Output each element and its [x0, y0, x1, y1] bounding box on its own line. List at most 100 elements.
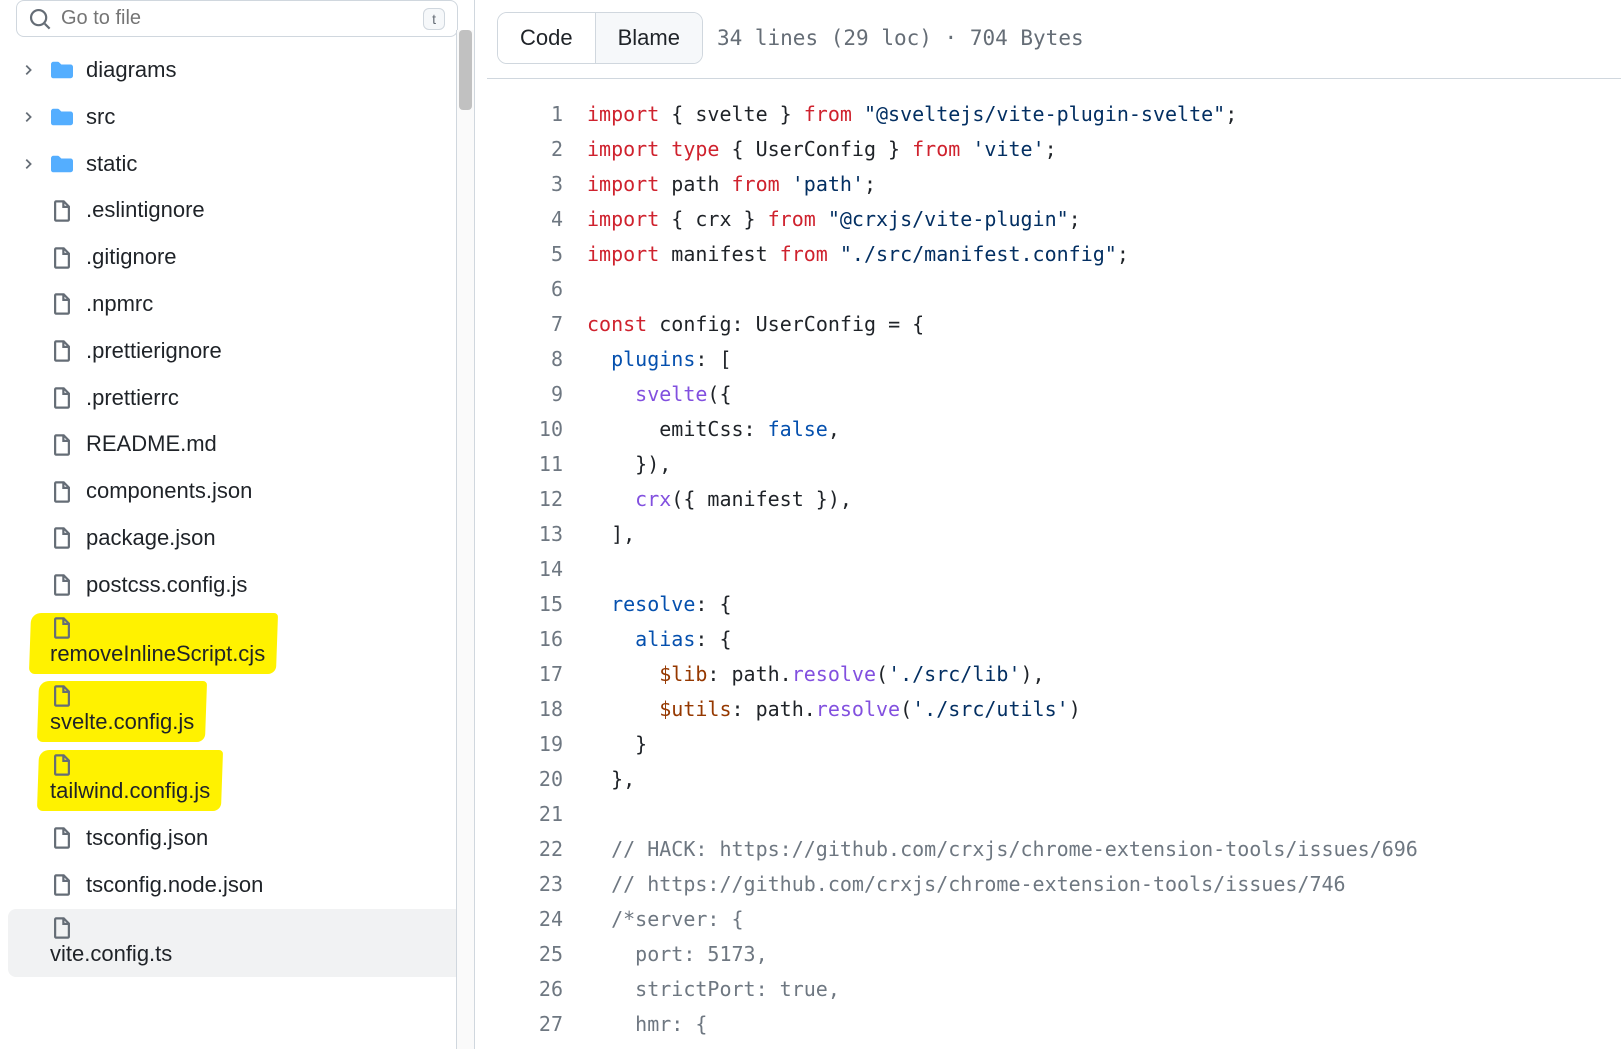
line-number[interactable]: 9: [487, 377, 563, 412]
file-search-input[interactable]: [61, 7, 413, 30]
tree-item-tsconfig-json[interactable]: tsconfig.json: [8, 815, 466, 862]
tree-item-package-json[interactable]: package.json: [8, 515, 466, 562]
file-icon: [50, 617, 74, 639]
line-number[interactable]: 27: [487, 1007, 563, 1042]
line-number[interactable]: 21: [487, 797, 563, 832]
line-number[interactable]: 18: [487, 692, 563, 727]
tab-blame[interactable]: Blame: [595, 13, 702, 63]
line-number[interactable]: 14: [487, 552, 563, 587]
line-number[interactable]: 25: [487, 937, 563, 972]
code-line: }: [587, 727, 1621, 762]
tree-item--prettierrc[interactable]: .prettierrc: [8, 375, 466, 422]
code-line: [587, 552, 1621, 587]
line-number[interactable]: 4: [487, 202, 563, 237]
code-line: import type { UserConfig } from 'vite';: [587, 132, 1621, 167]
line-number[interactable]: 22: [487, 832, 563, 867]
file-meta: 34 lines (29 loc) · 704 Bytes: [717, 26, 1084, 50]
folder-icon: [50, 106, 74, 128]
tree-item-static[interactable]: static: [8, 141, 466, 188]
tree-item-components-json[interactable]: components.json: [8, 468, 466, 515]
search-icon: [29, 8, 51, 30]
tree-item-label: tailwind.config.js: [50, 778, 210, 803]
tree-item-svelte-config-js[interactable]: svelte.config.js: [8, 677, 466, 746]
tree-item-tsconfig-node-json[interactable]: tsconfig.node.json: [8, 862, 466, 909]
line-number[interactable]: 7: [487, 307, 563, 342]
tree-item-label: static: [86, 149, 137, 180]
line-number[interactable]: 2: [487, 132, 563, 167]
tree-item--npmrc[interactable]: .npmrc: [8, 281, 466, 328]
line-number[interactable]: 1: [487, 97, 563, 132]
search-shortcut: t: [423, 8, 445, 30]
code-line: $utils: path.resolve('./src/utils'): [587, 692, 1621, 727]
line-number[interactable]: 17: [487, 657, 563, 692]
line-number[interactable]: 26: [487, 972, 563, 1007]
tree-item-postcss-config-js[interactable]: postcss.config.js: [8, 562, 466, 609]
line-number[interactable]: 8: [487, 342, 563, 377]
chevron-right-icon[interactable]: [18, 63, 38, 77]
line-number[interactable]: 13: [487, 517, 563, 552]
code-content[interactable]: import { svelte } from "@sveltejs/vite-p…: [587, 79, 1621, 1049]
folder-icon: [50, 59, 74, 81]
tree-item-readme-md[interactable]: README.md: [8, 421, 466, 468]
line-number[interactable]: 19: [487, 727, 563, 762]
line-number[interactable]: 20: [487, 762, 563, 797]
chevron-right-icon[interactable]: [18, 110, 38, 124]
tree-item-diagrams[interactable]: diagrams: [8, 47, 466, 94]
tree-item-label: tsconfig.json: [86, 823, 208, 854]
line-number[interactable]: 5: [487, 237, 563, 272]
tree-item-label: package.json: [86, 523, 216, 554]
view-mode-toggle: Code Blame: [497, 12, 703, 64]
file-icon: [50, 574, 74, 596]
folder-icon: [50, 153, 74, 175]
tree-item-label: .npmrc: [86, 289, 153, 320]
line-number[interactable]: 12: [487, 482, 563, 517]
file-tree-sidebar: t diagramssrc static .eslintignore .gitigno…: [0, 0, 475, 1049]
tree-item-label: .eslintignore: [86, 195, 205, 226]
code-line: import { crx } from "@crxjs/vite-plugin"…: [587, 202, 1621, 237]
code-line: strictPort: true,: [587, 972, 1621, 1007]
line-number[interactable]: 15: [487, 587, 563, 622]
code-line: import manifest from "./src/manifest.con…: [587, 237, 1621, 272]
sidebar-scrollbar-thumb[interactable]: [459, 30, 472, 110]
code-line: },: [587, 762, 1621, 797]
file-view: Code Blame 34 lines (29 loc) · 704 Bytes…: [475, 0, 1621, 1049]
code-line: [587, 797, 1621, 832]
tab-code[interactable]: Code: [498, 13, 595, 63]
code-line: plugins: [: [587, 342, 1621, 377]
code-line: /*server: {: [587, 902, 1621, 937]
tree-item-tailwind-config-js[interactable]: tailwind.config.js: [8, 746, 466, 815]
tree-item-label: .prettierignore: [86, 336, 222, 367]
line-number[interactable]: 16: [487, 622, 563, 657]
code-line: // https://github.com/crxjs/chrome-exten…: [587, 867, 1621, 902]
file-icon: [50, 200, 74, 222]
file-icon: [50, 685, 74, 707]
file-icon: [50, 874, 74, 896]
tree-item--eslintignore[interactable]: .eslintignore: [8, 187, 466, 234]
code-line: }),: [587, 447, 1621, 482]
sidebar-scrollbar[interactable]: [456, 30, 474, 1049]
file-icon: [50, 917, 74, 939]
line-number[interactable]: 6: [487, 272, 563, 307]
line-number[interactable]: 11: [487, 447, 563, 482]
code-line: alias: {: [587, 622, 1621, 657]
file-search[interactable]: t: [16, 0, 458, 37]
tree-item-src[interactable]: src: [8, 94, 466, 141]
line-number[interactable]: 10: [487, 412, 563, 447]
line-number[interactable]: 3: [487, 167, 563, 202]
line-number[interactable]: 24: [487, 902, 563, 937]
code-line: import { svelte } from "@sveltejs/vite-p…: [587, 97, 1621, 132]
code-line: port: 5173,: [587, 937, 1621, 972]
tree-item-label: .gitignore: [86, 242, 177, 273]
file-icon: [50, 754, 74, 776]
file-icon: [50, 827, 74, 849]
code-line: import path from 'path';: [587, 167, 1621, 202]
tree-item-label: README.md: [86, 429, 217, 460]
tree-item-removeinlinescript-cjs[interactable]: removeInlineScript.cjs: [8, 609, 466, 678]
line-number[interactable]: 23: [487, 867, 563, 902]
tree-item--prettierignore[interactable]: .prettierignore: [8, 328, 466, 375]
code-line: // HACK: https://github.com/crxjs/chrome…: [587, 832, 1621, 867]
chevron-right-icon[interactable]: [18, 157, 38, 171]
tree-item--gitignore[interactable]: .gitignore: [8, 234, 466, 281]
tree-item-vite-config-ts[interactable]: vite.config.ts: [8, 909, 466, 978]
file-icon: [50, 247, 74, 269]
